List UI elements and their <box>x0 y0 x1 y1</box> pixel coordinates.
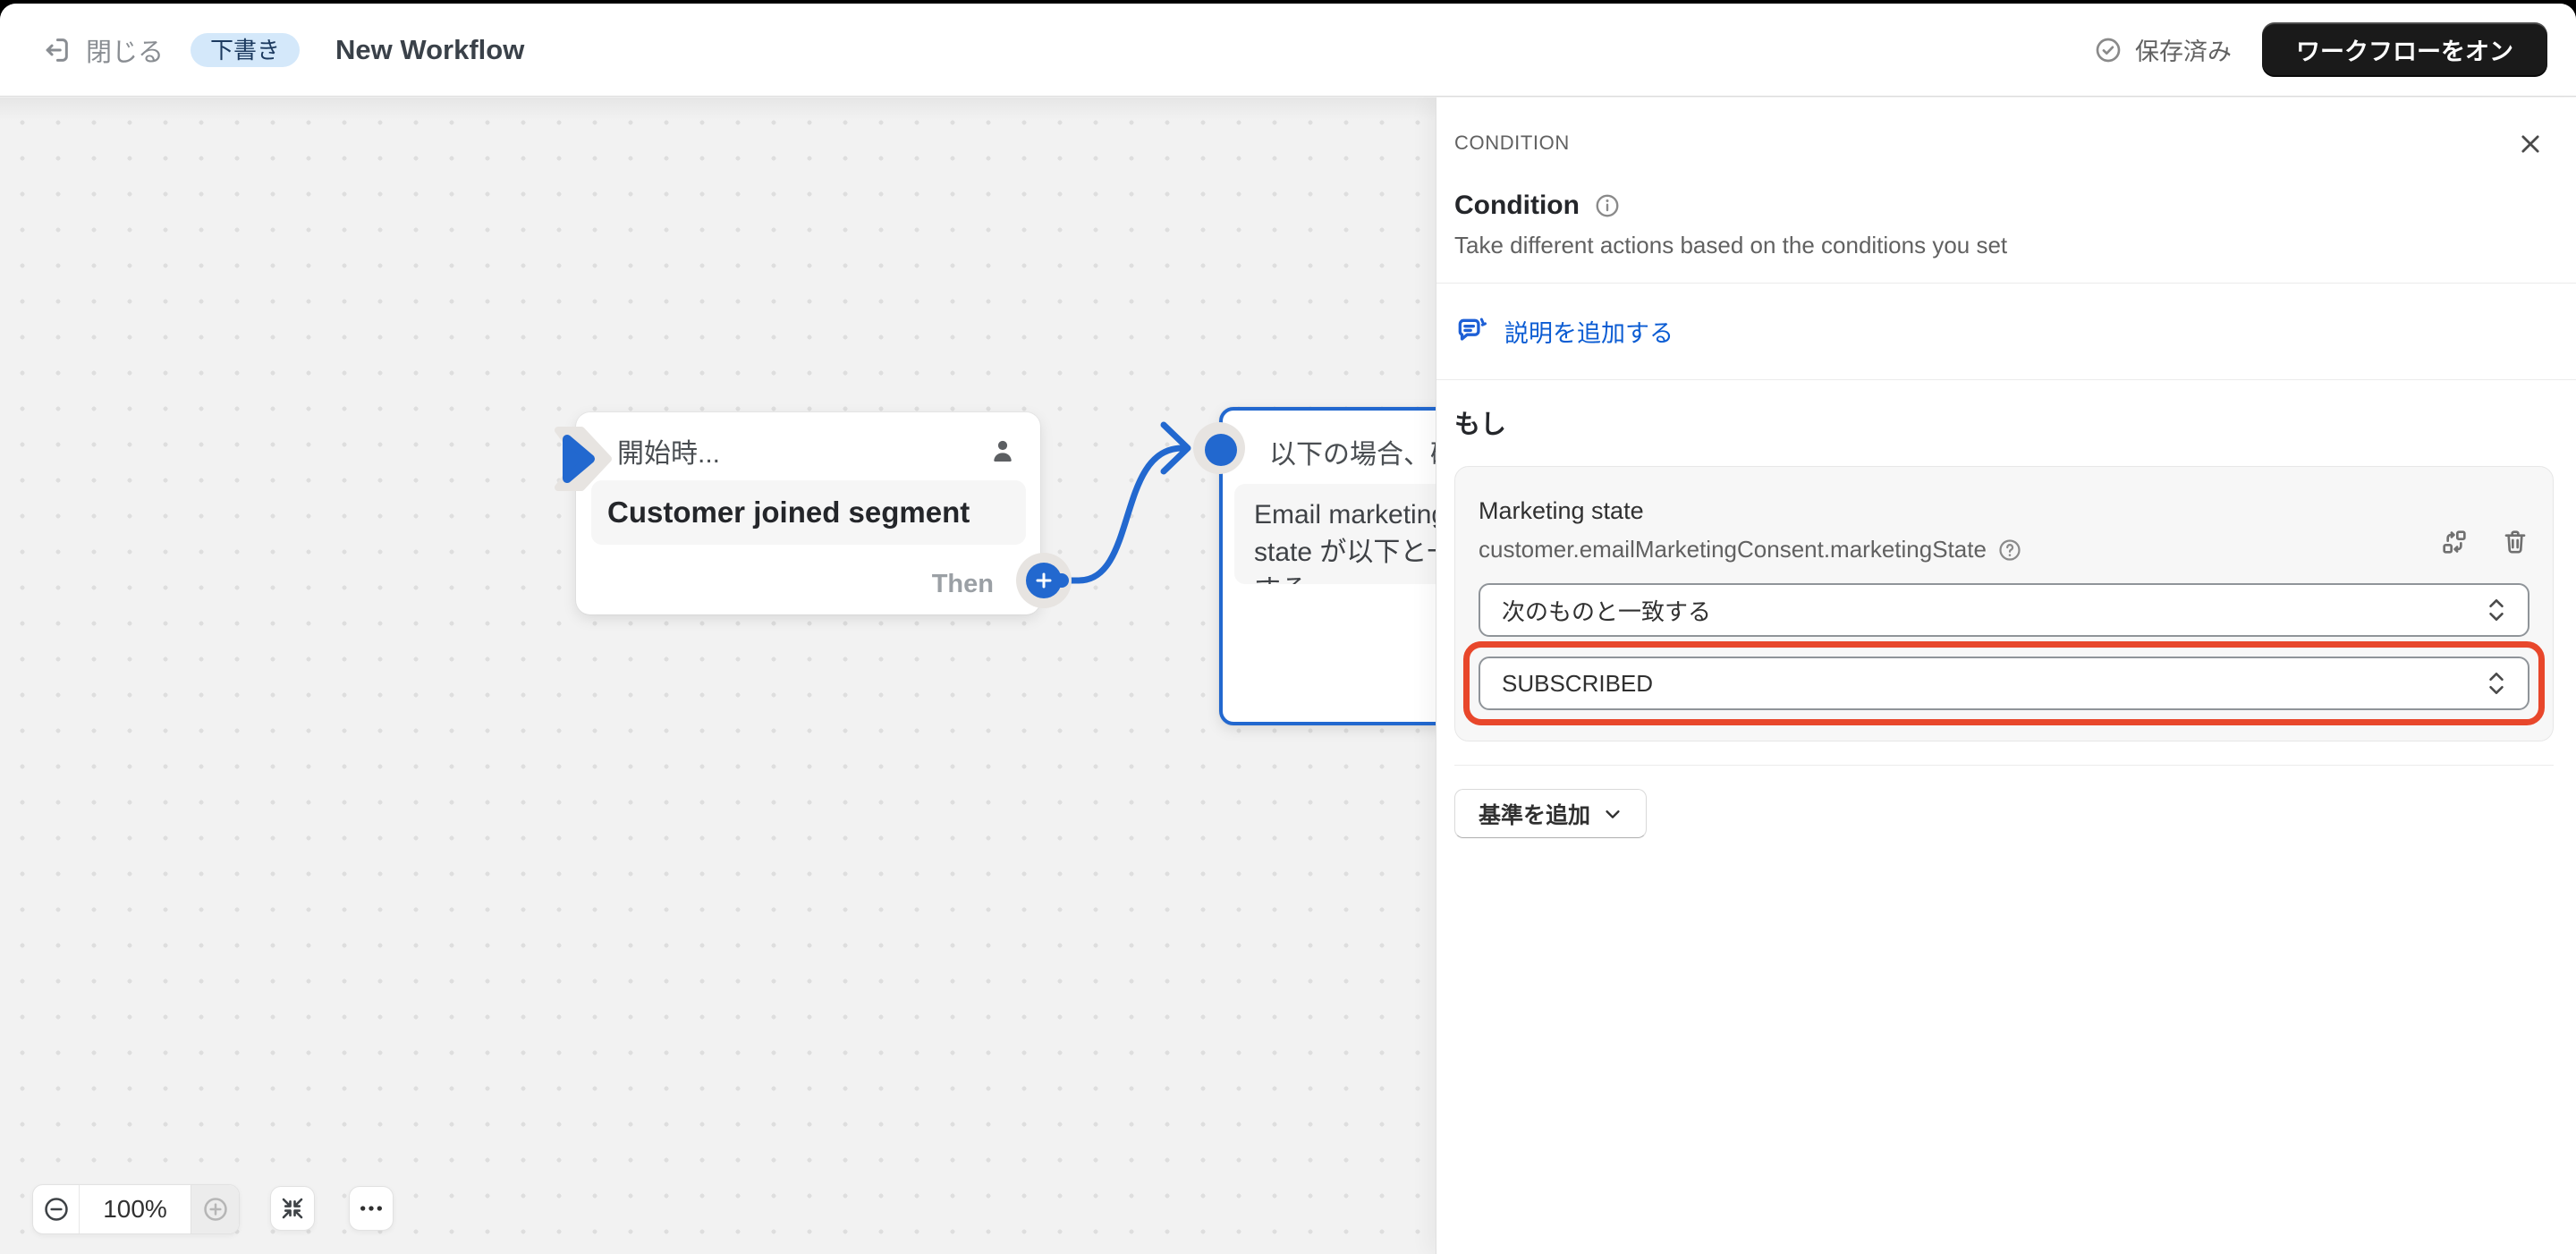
chevron-down-icon <box>1603 804 1623 824</box>
info-icon[interactable] <box>1594 192 1621 219</box>
trigger-title[interactable]: Customer joined segment <box>591 480 1026 545</box>
person-icon <box>987 435 1019 467</box>
criteria-name: Marketing state <box>1479 497 1644 524</box>
condition-settings-panel: CONDITION Condition Take different actio… <box>1436 97 2576 1254</box>
exit-icon <box>41 35 72 65</box>
then-label: Then <box>931 570 994 598</box>
save-status: 保存済み <box>2094 32 2232 67</box>
more-options-button[interactable] <box>349 1186 394 1231</box>
fit-to-screen-icon <box>279 1195 306 1222</box>
add-description-link[interactable]: 説明を追加する <box>1504 314 1674 349</box>
check-circle-icon <box>2094 36 2123 64</box>
zoom-out-button[interactable] <box>33 1185 80 1233</box>
zoom-level: 100% <box>103 1195 167 1223</box>
close-workflow-button[interactable]: 閉じる <box>41 31 164 69</box>
if-label: もし <box>1454 411 1507 439</box>
replace-variable-icon[interactable] <box>2440 528 2469 556</box>
ellipsis-icon <box>357 1194 386 1223</box>
fit-to-screen-button[interactable] <box>270 1186 315 1231</box>
trigger-card[interactable]: 開始時... Customer joined segment Then <box>555 412 1040 614</box>
saved-label: 保存済み <box>2135 38 2232 65</box>
zoom-in-button-disabled[interactable] <box>191 1185 239 1233</box>
turn-on-workflow-button[interactable]: ワークフローをオン <box>2262 22 2547 77</box>
delete-criteria-icon[interactable] <box>2501 528 2529 556</box>
close-label: 閉じる <box>86 38 165 67</box>
panel-title: Condition <box>1454 191 1580 220</box>
operator-select[interactable]: 次のものと一致する <box>1479 583 2529 637</box>
value-select[interactable]: SUBSCRIBED <box>1479 657 2529 710</box>
panel-close-button[interactable] <box>2518 131 2543 157</box>
zoom-controls: 100% <box>32 1184 240 1234</box>
caret-updown-icon <box>2487 597 2506 623</box>
caret-updown-icon <box>2487 670 2506 697</box>
criteria-card: Marketing state customer.emailMarketingC… <box>1454 466 2554 741</box>
operator-value: 次のものと一致する <box>1502 597 1712 625</box>
divider <box>1454 765 2554 766</box>
flow-editor-window: 閉じる 下書き New Workflow 保存済み ワークフローをオン 開始時.… <box>0 4 2576 1254</box>
topbar: 閉じる 下書き New Workflow 保存済み ワークフローをオン <box>0 4 2576 97</box>
page-title: New Workflow <box>335 33 525 65</box>
status-badge: 下書き <box>191 32 301 67</box>
add-step-button[interactable] <box>1026 563 1069 598</box>
comment-icon <box>1454 315 1488 349</box>
help-icon[interactable] <box>1997 538 2022 563</box>
panel-kicker: CONDITION <box>1454 131 1570 154</box>
add-criteria-label: 基準を追加 <box>1479 802 1591 828</box>
trigger-card-header: 開始時... <box>617 439 721 469</box>
selected-value: SUBSCRIBED <box>1502 669 1654 697</box>
input-port <box>1205 434 1237 466</box>
panel-description: Take different actions based on the cond… <box>1454 232 2008 258</box>
add-criteria-button[interactable]: 基準を追加 <box>1454 789 1648 838</box>
criteria-path: customer.emailMarketingConsent.marketing… <box>1479 536 1987 563</box>
